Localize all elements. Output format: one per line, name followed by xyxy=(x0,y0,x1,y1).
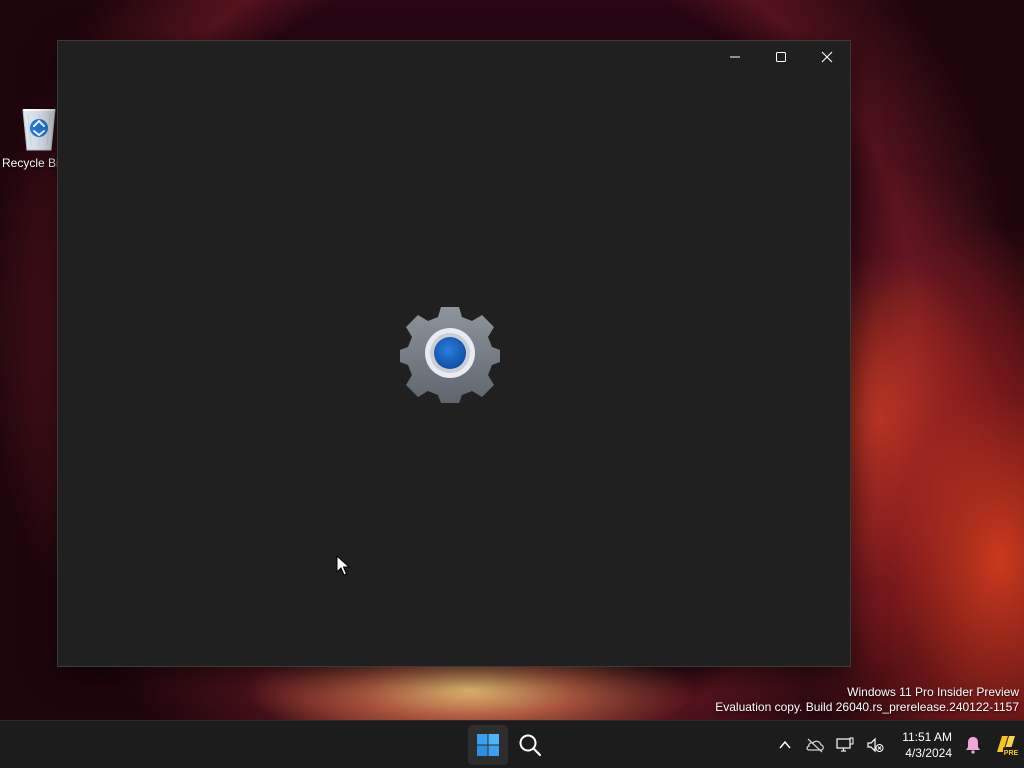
clock-time: 11:51 AM xyxy=(902,730,952,744)
volume-button[interactable] xyxy=(860,725,890,765)
onedrive-offline-icon xyxy=(806,738,824,753)
settings-window[interactable] xyxy=(57,40,851,667)
watermark-line-2: Evaluation copy. Build 26040.rs_prerelea… xyxy=(715,700,1019,714)
settings-gear-icon xyxy=(398,301,502,405)
recycle-bin-icon xyxy=(22,109,56,151)
notification-bell-icon xyxy=(966,737,980,754)
taskbar-center xyxy=(468,725,550,765)
search-button[interactable] xyxy=(510,725,550,765)
network-button[interactable] xyxy=(830,725,860,765)
start-button[interactable] xyxy=(468,725,508,765)
notification-button[interactable] xyxy=(958,725,988,765)
copilot-button[interactable]: PRE xyxy=(988,725,1024,765)
chevron-up-icon xyxy=(779,740,791,749)
clock-date: 4/3/2024 xyxy=(905,746,952,760)
maximize-button[interactable] xyxy=(758,41,804,73)
onedrive-button[interactable] xyxy=(800,725,830,765)
volume-muted-icon xyxy=(867,737,884,753)
close-icon xyxy=(821,51,833,63)
minimize-icon xyxy=(730,56,740,58)
network-icon xyxy=(836,737,854,752)
search-icon xyxy=(519,734,542,757)
show-hidden-icons-button[interactable] xyxy=(770,725,800,765)
copilot-pre-icon: PRE xyxy=(997,736,1019,757)
taskbar-clock[interactable]: 11:51 AM 4/3/2024 xyxy=(890,729,958,761)
maximize-icon xyxy=(776,52,786,62)
evaluation-watermark: Windows 11 Pro Insider Preview Evaluatio… xyxy=(715,685,1019,715)
windows-start-icon xyxy=(477,734,499,756)
caption-buttons xyxy=(712,41,850,73)
system-tray: 11:51 AM 4/3/2024 PRE xyxy=(770,721,1024,768)
minimize-button[interactable] xyxy=(712,41,758,73)
pre-badge: PRE xyxy=(1004,750,1019,757)
mouse-cursor-icon xyxy=(336,555,350,576)
recycle-bin-label: Recycle Bin xyxy=(2,156,58,170)
taskbar: 11:51 AM 4/3/2024 PRE xyxy=(0,720,1024,768)
close-button[interactable] xyxy=(804,41,850,73)
watermark-line-1: Windows 11 Pro Insider Preview xyxy=(847,685,1019,699)
